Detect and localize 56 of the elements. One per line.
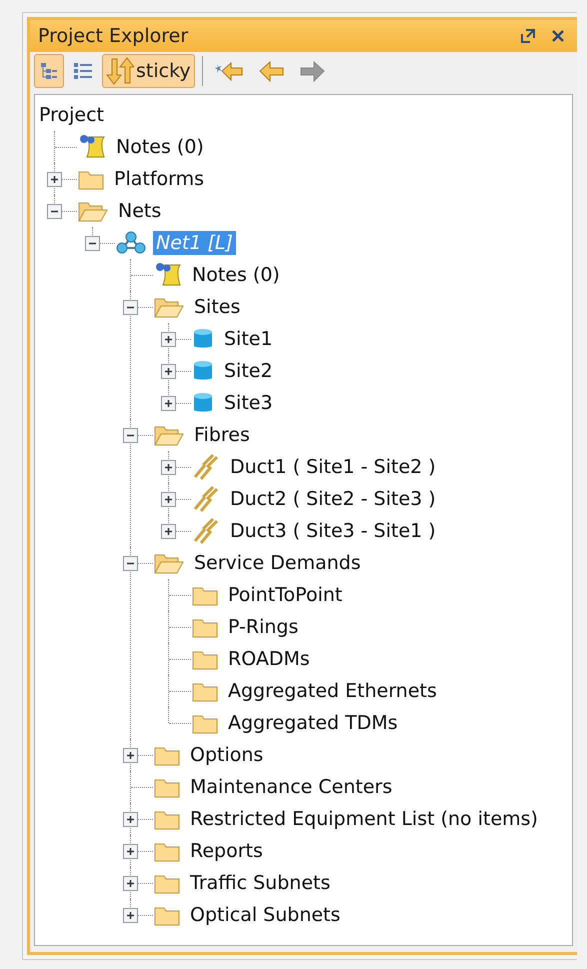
- forward-arrow-icon: [298, 59, 326, 83]
- tree-item[interactable]: Sites: [191, 295, 244, 319]
- list-view-icon: [72, 60, 94, 82]
- expand-toggle[interactable]: [123, 844, 138, 859]
- tree-item[interactable]: Duct1 ( Site1 - Site2 ): [227, 455, 439, 479]
- expand-toggle[interactable]: [161, 460, 176, 475]
- tree-item[interactable]: Service Demands: [191, 551, 364, 575]
- tree-item[interactable]: Site3: [221, 391, 276, 415]
- collapse-toggle[interactable]: [123, 428, 138, 443]
- panel-title: Project Explorer: [38, 25, 190, 47]
- expand-toggle[interactable]: [161, 524, 176, 539]
- back-arrow-icon: [258, 59, 286, 83]
- tree-item[interactable]: Platforms: [111, 167, 208, 191]
- close-icon[interactable]: [551, 29, 565, 43]
- chain-link-icon: [191, 453, 221, 481]
- expand-toggle[interactable]: [161, 364, 176, 379]
- network-nodes-icon: [115, 230, 147, 256]
- sort-button[interactable]: sticky: [102, 54, 195, 88]
- collapse-toggle[interactable]: [123, 300, 138, 315]
- tree-item[interactable]: Options: [187, 743, 266, 767]
- expand-toggle[interactable]: [123, 908, 138, 923]
- tree-item[interactable]: Duct2 ( Site2 - Site3 ): [227, 487, 439, 511]
- tree-view-icon: [38, 60, 60, 82]
- tree-item[interactable]: ROADMs: [225, 647, 313, 671]
- tree-item[interactable]: Notes (0): [113, 135, 207, 159]
- collapse-toggle[interactable]: [47, 204, 62, 219]
- chain-link-icon: [191, 485, 221, 513]
- expand-toggle[interactable]: [161, 332, 176, 347]
- tree-root-label[interactable]: Project: [39, 99, 572, 131]
- expand-toggle[interactable]: [123, 876, 138, 891]
- tree-item[interactable]: Aggregated Ethernets: [225, 679, 440, 703]
- tree-item[interactable]: Site1: [221, 327, 276, 351]
- collapse-toggle[interactable]: [85, 236, 100, 251]
- collapse-toggle[interactable]: [123, 556, 138, 571]
- tree-view-button[interactable]: [34, 54, 64, 88]
- tree-item[interactable]: Fibres: [191, 423, 253, 447]
- tree-item[interactable]: Site2: [221, 359, 276, 383]
- expand-toggle[interactable]: [47, 172, 62, 187]
- tree-item[interactable]: Reports: [187, 839, 266, 863]
- tree-item[interactable]: Aggregated TDMs: [225, 711, 401, 735]
- chain-link-icon: [191, 517, 221, 545]
- tree-item[interactable]: Duct3 ( Site3 - Site1 ): [227, 519, 439, 543]
- tree-item[interactable]: Optical Subnets: [187, 903, 344, 927]
- tree-item[interactable]: P-Rings: [225, 615, 302, 639]
- tree-item[interactable]: Restricted Equipment List (no items): [187, 807, 541, 831]
- tree-item[interactable]: Maintenance Centers: [187, 775, 396, 799]
- sort-arrows-icon: [106, 56, 134, 86]
- expand-toggle[interactable]: [161, 492, 176, 507]
- tree-item[interactable]: Notes (0): [189, 263, 283, 287]
- expand-toggle[interactable]: [123, 812, 138, 827]
- restore-icon[interactable]: [521, 29, 535, 43]
- tree-item[interactable]: Traffic Subnets: [187, 871, 334, 895]
- tree-item[interactable]: Nets: [115, 199, 164, 223]
- expand-toggle[interactable]: [161, 396, 176, 411]
- tree-item[interactable]: PointToPoint: [225, 583, 346, 607]
- expand-toggle[interactable]: [123, 748, 138, 763]
